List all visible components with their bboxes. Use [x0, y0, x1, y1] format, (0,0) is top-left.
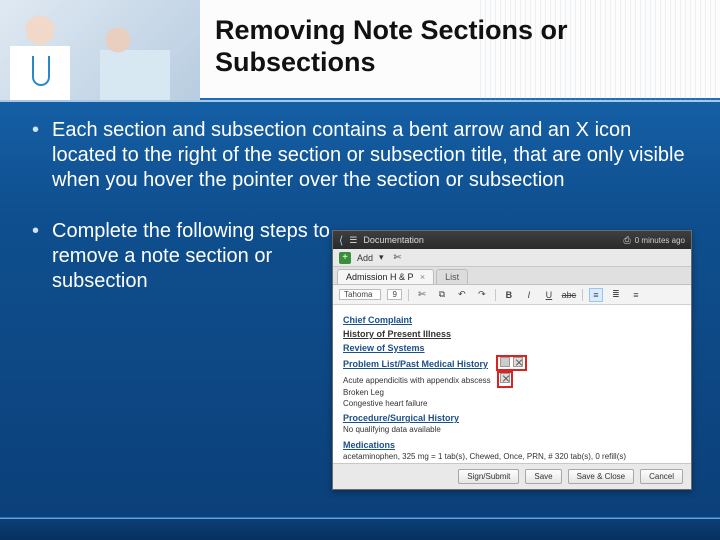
header-photo	[0, 0, 200, 100]
document-area: Chief Complaint History of Present Illne…	[333, 305, 691, 465]
hover-icons-highlight	[496, 355, 527, 371]
inline-hover-highlight	[497, 371, 513, 388]
slide-body: Each section and subsection contains a b…	[0, 110, 720, 510]
align-center-icon: ≣	[609, 288, 623, 302]
bold-icon: B	[502, 288, 516, 302]
add-icon: +	[339, 252, 351, 264]
section-problems: Problem List/Past Medical History	[343, 359, 488, 369]
font-size: 9	[387, 289, 401, 300]
back-arrow-icon: ⟨	[339, 234, 343, 247]
tab-strip: Admission H & P × List	[333, 267, 691, 285]
scissors-icon: ✄	[394, 252, 402, 263]
save-close-button: Save & Close	[568, 469, 634, 484]
sign-submit-button: Sign/Submit	[458, 469, 519, 484]
add-label: Add	[357, 253, 373, 263]
section-problems-row: Problem List/Past Medical History	[343, 355, 681, 371]
problems-item-1-text: Acute appendicitis with appendix abscess	[343, 376, 491, 385]
doctor-figure	[10, 8, 70, 100]
redo-icon: ↷	[475, 288, 489, 302]
problems-item-3: Congestive heart failure	[343, 399, 681, 409]
section-psh: Procedure/Surgical History	[343, 413, 681, 423]
slide-title: Removing Note Sections or Subsections	[215, 14, 702, 79]
toolbar: + Add ▾ ✄	[333, 249, 691, 267]
problems-item-1: Acute appendicitis with appendix abscess	[343, 371, 681, 388]
format-toolbar: Tahoma 9 ✄ ⧉ ↶ ↷ B I U abc ≡ ≣ ≡	[333, 285, 691, 305]
meds-item-1: acetaminophen, 325 mg = 1 tab(s), Chewed…	[343, 452, 681, 462]
section-ros: Review of Systems	[343, 343, 681, 353]
section-chief-complaint: Chief Complaint	[343, 315, 681, 325]
psh-item-1: No qualifying data available	[343, 425, 681, 435]
align-right-icon: ≡	[629, 288, 643, 302]
bullet-1-text: Each section and subsection contains a b…	[52, 119, 685, 191]
problems-item-2: Broken Leg	[343, 388, 681, 398]
font-name: Tahoma	[339, 289, 381, 300]
bent-arrow-icon	[500, 357, 510, 367]
section-hpi: History of Present Illness	[343, 329, 681, 339]
align-left-icon: ≡	[589, 288, 603, 302]
underline-icon: U	[542, 288, 556, 302]
bullet-list-icon: ☰	[349, 235, 357, 246]
dropdown-icon: ▾	[379, 252, 384, 263]
tab-admission: Admission H & P ×	[337, 269, 434, 284]
slide-footer-bar	[0, 518, 720, 540]
print-icon: ⎙	[624, 235, 631, 246]
italic-icon: I	[522, 288, 536, 302]
bullet-2-text: Complete the following steps to remove a…	[52, 220, 330, 292]
embedded-screenshot: ⟨ ☰ Documentation ⎙ 0 minutes ago + Add …	[332, 230, 692, 490]
x-icon	[500, 373, 510, 383]
save-button: Save	[525, 469, 561, 484]
cut-icon: ✄	[415, 288, 429, 302]
copy-icon: ⧉	[435, 288, 449, 302]
section-meds: Medications	[343, 440, 681, 450]
reminder-text: 0 minutes ago	[635, 236, 685, 245]
cancel-button: Cancel	[640, 469, 683, 484]
x-icon	[513, 357, 523, 367]
strike-icon: abc	[562, 288, 576, 302]
undo-icon: ↶	[455, 288, 469, 302]
tab-admission-label: Admission H & P	[346, 272, 413, 282]
window-title: Documentation	[363, 235, 424, 245]
slide-header: Removing Note Sections or Subsections	[0, 0, 720, 100]
window-titlebar: ⟨ ☰ Documentation ⎙ 0 minutes ago	[333, 231, 691, 249]
patient-figure	[100, 22, 170, 100]
bullet-1: Each section and subsection contains a b…	[28, 118, 696, 193]
slide: Removing Note Sections or Subsections Ea…	[0, 0, 720, 540]
tab-list: List	[436, 269, 468, 284]
screenshot-footer: Sign/Submit Save Save & Close Cancel	[333, 463, 691, 489]
close-icon: ×	[420, 272, 425, 282]
